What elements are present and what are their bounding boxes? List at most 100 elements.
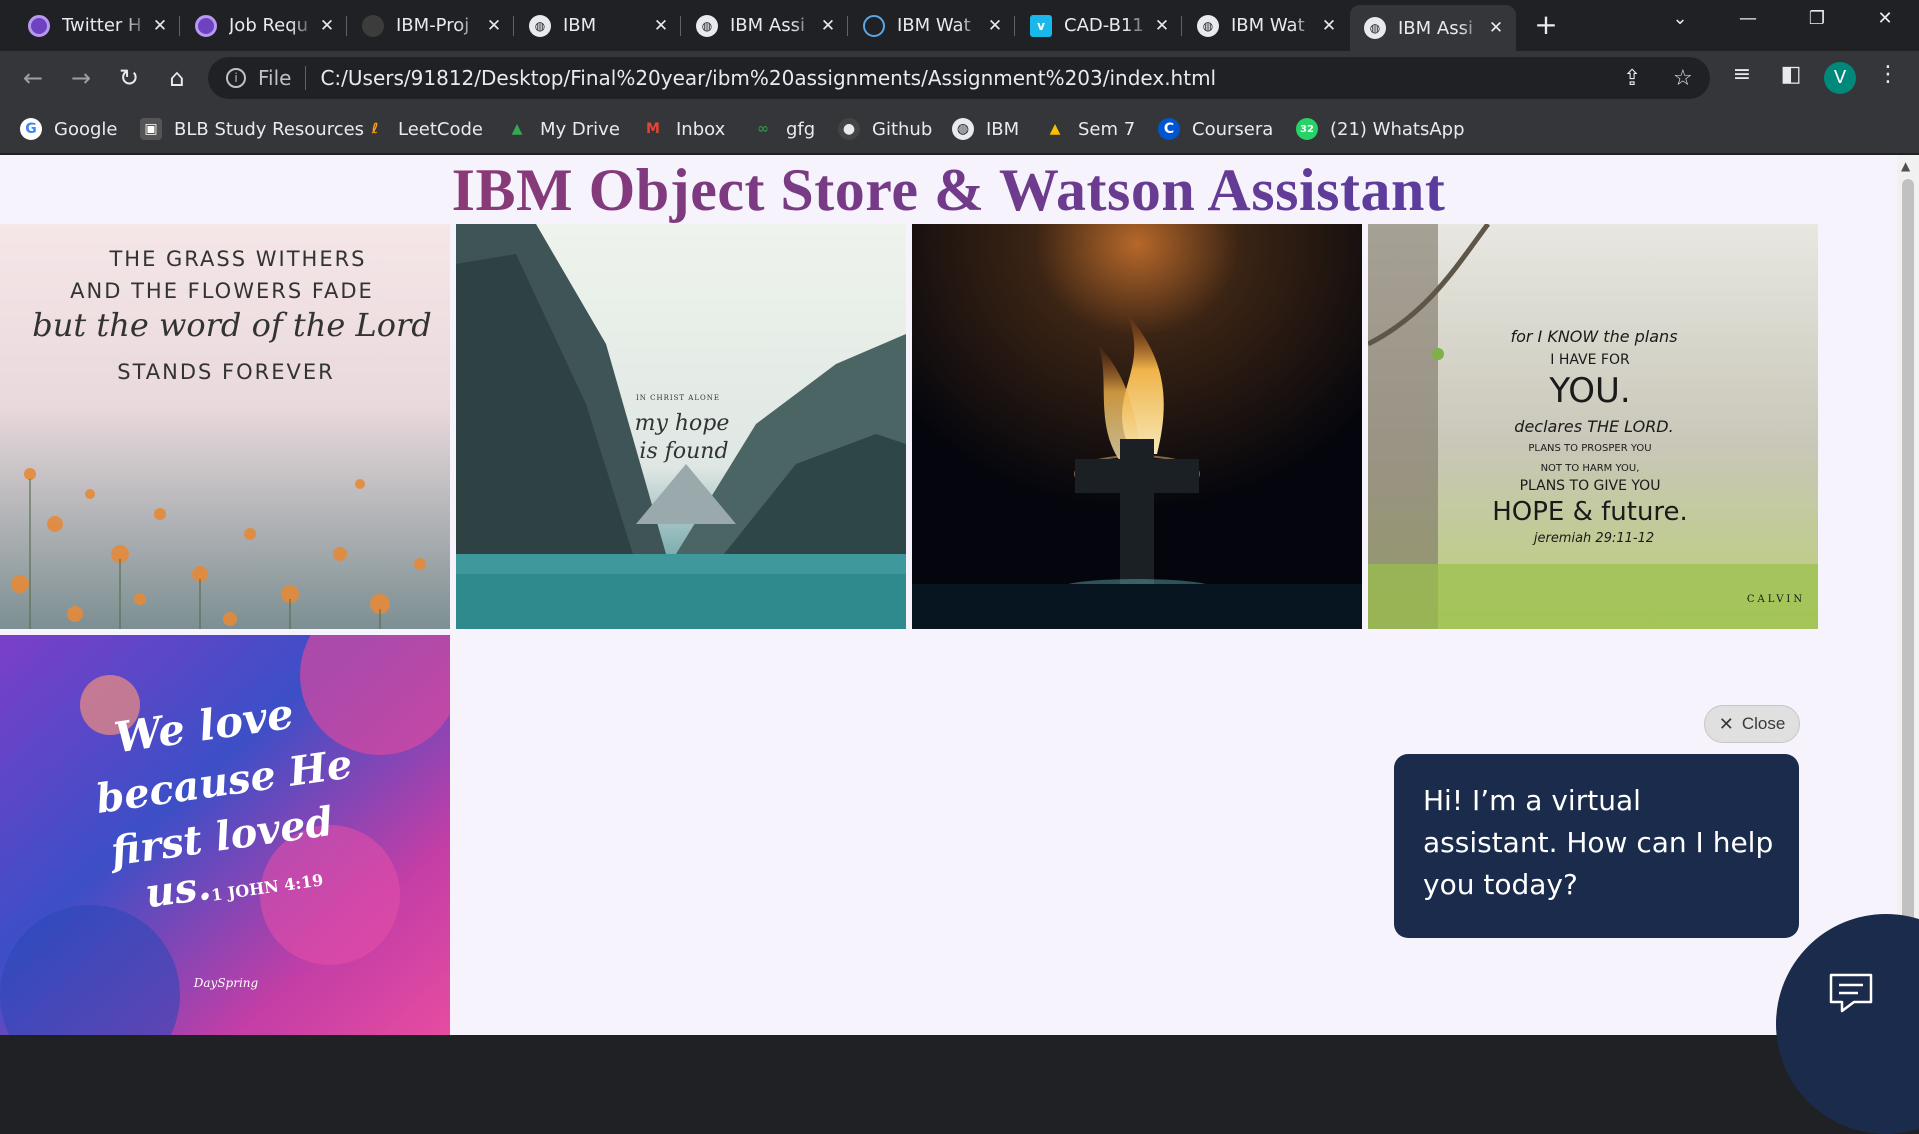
url-scheme: File [258,66,292,90]
close-window-button[interactable]: ✕ [1865,8,1905,29]
bookmark-label: Sem 7 [1078,118,1136,140]
bookmark-label: gfg [786,118,816,140]
close-tab-icon[interactable]: ✕ [150,16,170,36]
image-text: PLANS TO GIVE YOU [1520,478,1661,494]
bookmark-sem7[interactable]: ▲ Sem 7 [1044,114,1136,144]
google-icon: G [20,118,42,140]
tab-ibm-assistant-1[interactable]: ◍ IBM Assi ✕ [682,7,848,44]
address-bar[interactable]: i File C:/Users/91812/Desktop/Final%20ye… [208,57,1710,99]
bookmark-whatsapp[interactable]: 32 (21) WhatsApp [1296,114,1465,144]
vertical-scrollbar[interactable]: ▲ ▼ [1897,155,1919,1035]
share-icon[interactable]: ⇪ [1623,66,1641,91]
assistant-greeting-bubble[interactable]: Hi! I’m a virtual assistant. How can I h… [1394,754,1799,938]
bookmark-ibm[interactable]: ◍ IBM [952,114,1019,144]
gfg-icon: ∞ [757,121,769,137]
image-text: I HAVE FOR [1550,352,1630,368]
tab-search-chevron-icon[interactable]: ⌄ [1660,8,1700,29]
image-text: HOPE & future. [1492,497,1688,527]
close-tab-icon[interactable]: ✕ [484,16,504,36]
image-text: for I KNOW the plans [1510,327,1677,346]
image-text: CALVIN [1747,594,1805,605]
know-the-plans-image: for I KNOW the plans I HAVE FOR YOU. dec… [1368,224,1818,629]
tab-title: IBM Wat [1231,15,1305,36]
purple-app-icon [28,14,50,37]
bookmark-label: IBM [986,118,1020,140]
image-text: AND THE FLOWERS FADE [70,279,374,303]
blb-icon: ▣ [140,118,162,140]
restore-button[interactable]: ❐ [1797,8,1837,29]
url-text[interactable]: C:/Users/91812/Desktop/Final%20year/ibm%… [320,66,1216,90]
tab-title: IBM-Proj [396,15,470,36]
tab-strip: Twitter H ✕ Job Requ ✕ IBM-Proj ✕ ◍ IBM … [0,0,1919,51]
chat-close-button[interactable]: ✕ Close [1704,705,1800,743]
close-tab-icon[interactable]: ✕ [651,16,671,36]
globe-icon: ◍ [529,14,551,37]
bookmark-inbox[interactable]: M Inbox [642,114,725,144]
bookmark-google[interactable]: G Google [20,114,117,144]
my-hope-mountain-image: IN CHRIST ALONE my hope is found [456,224,906,629]
bookmark-star-icon[interactable]: ☆ [1673,66,1693,91]
image-text: declares THE LORD. [1514,417,1673,436]
gmail-icon: M [646,121,660,137]
grass-withers-image: THE GRASS WITHERS AND THE FLOWERS FADE b… [0,224,450,629]
side-panel-icon[interactable]: ◧ [1775,62,1807,87]
close-tab-icon[interactable]: ✕ [1152,16,1172,36]
new-tab-button[interactable]: + [1530,10,1562,42]
bookmark-label: Inbox [676,118,726,140]
image-text: but the word of the Lord [32,306,431,344]
bookmark-label: (21) WhatsApp [1330,118,1465,140]
bookmark-github[interactable]: ● Github [838,114,932,144]
tab-job-requests[interactable]: Job Requ ✕ [181,7,347,44]
close-tab-icon[interactable]: ✕ [818,16,838,36]
reload-icon[interactable]: ↻ [112,61,146,95]
media-control-icon[interactable]: ≡ [1726,62,1758,87]
bookmark-coursera[interactable]: C Coursera [1158,114,1273,144]
scroll-up-arrow-icon[interactable]: ▲ [1901,159,1910,173]
bookmark-blb[interactable]: ▣ BLB Study Resources [140,114,364,144]
tab-twitter[interactable]: Twitter H ✕ [14,7,180,44]
back-arrow-icon[interactable]: ← [16,61,50,95]
bookmark-label: BLB Study Resources [174,118,365,140]
page-title: IBM Object Store & Watson Assistant [451,157,1446,223]
tab-ibm-assistant-active[interactable]: ◍ IBM Assi ✕ [1350,5,1516,51]
close-tab-icon[interactable]: ✕ [1319,16,1339,36]
bookmark-leetcode[interactable]: ℓ LeetCode [364,114,483,144]
we-love-watercolor-image: We love because He first loved us. 1 JOH… [0,635,450,1035]
burning-cross-image [912,224,1362,629]
assistant-greeting-text: Hi! I’m a virtual assistant. How can I h… [1423,784,1774,901]
bookmark-my-drive[interactable]: ▲ My Drive [506,114,620,144]
tab-ibm-watson-2[interactable]: ◍ IBM Wat ✕ [1183,7,1349,44]
bookmark-label: My Drive [540,118,620,140]
scrollbar-thumb[interactable] [1902,179,1914,1009]
bookmark-gfg[interactable]: ∞ gfg [752,114,815,144]
bookmark-label: LeetCode [398,118,483,140]
image-text: THE GRASS WITHERS [108,247,366,271]
tab-title: CAD-B11 [1064,15,1144,36]
chat-close-label: Close [1741,714,1786,733]
image-text: my hope [635,411,730,436]
tab-title: IBM Wat [897,15,971,36]
tab-ibm-watson-1[interactable]: IBM Wat ✕ [849,7,1015,44]
image-text: STANDS FOREVER [117,360,334,384]
github-icon [362,14,384,37]
forward-arrow-icon[interactable]: → [64,61,98,95]
tab-title: Job Requ [229,15,309,36]
close-tab-icon[interactable]: ✕ [1486,18,1506,38]
tab-cad[interactable]: v CAD-B11 ✕ [1016,7,1182,44]
minimize-button[interactable]: — [1728,8,1768,29]
close-icon: ✕ [1718,713,1734,734]
leetcode-icon: ℓ [371,121,379,137]
tab-title: IBM [563,15,597,36]
bookmark-label: Github [872,118,933,140]
profile-avatar[interactable]: V [1824,62,1856,94]
home-icon[interactable]: ⌂ [160,61,194,95]
cloud-icon [863,14,885,37]
close-tab-icon[interactable]: ✕ [985,16,1005,36]
tab-title: Twitter H [62,15,142,36]
bookmark-label: Coursera [1192,118,1274,140]
site-info-icon[interactable]: i [226,68,246,88]
close-tab-icon[interactable]: ✕ [317,16,337,36]
kebab-menu-icon[interactable]: ⋮ [1872,62,1904,87]
tab-ibm-project[interactable]: IBM-Proj ✕ [348,7,514,44]
tab-ibm[interactable]: ◍ IBM ✕ [515,7,681,44]
